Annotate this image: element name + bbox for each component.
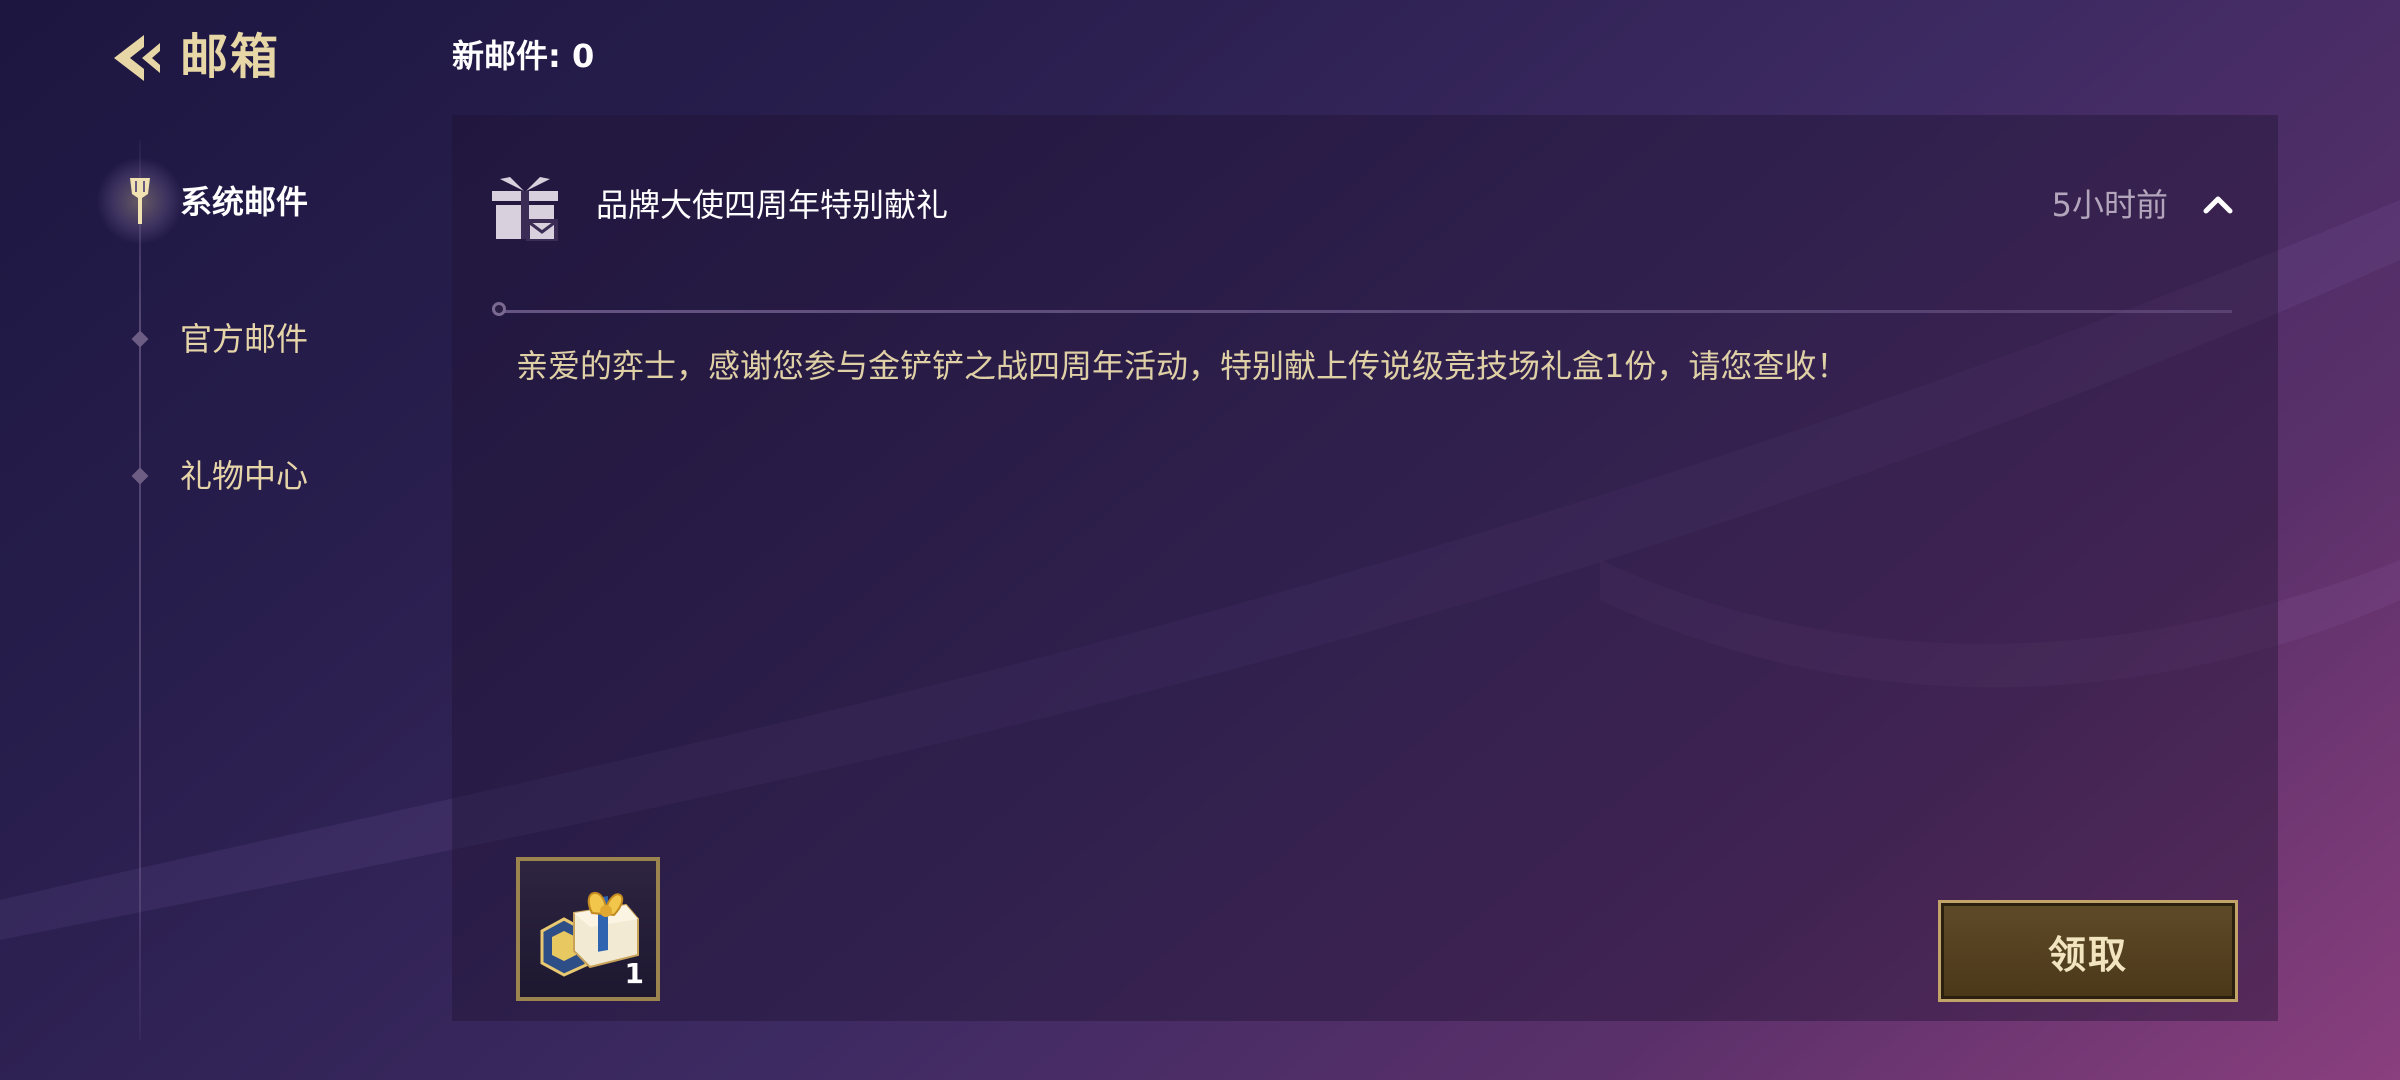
reward-item-slot[interactable]: 1 bbox=[516, 857, 660, 1001]
gift-mail-icon bbox=[492, 177, 558, 241]
mail-timestamp: 5小时前 bbox=[2051, 186, 2168, 224]
back-button[interactable] bbox=[108, 28, 166, 88]
sidebar-item-label: 官方邮件 bbox=[180, 320, 309, 358]
nav-dot bbox=[131, 467, 149, 485]
spatula-icon bbox=[130, 178, 150, 224]
page-title: 邮箱 bbox=[180, 29, 281, 85]
back-arrow-icon bbox=[114, 35, 160, 81]
sidebar-item-gift-center[interactable]: 礼物中心 bbox=[96, 431, 396, 521]
mail-subject: 品牌大使四周年特别献礼 bbox=[596, 186, 949, 224]
sidebar-item-system-mail[interactable]: 系统邮件 bbox=[96, 157, 396, 247]
sidebar-item-official-mail[interactable]: 官方邮件 bbox=[96, 294, 396, 384]
chevron-up-icon[interactable] bbox=[2200, 187, 2236, 223]
nav-dot bbox=[131, 330, 149, 348]
active-indicator bbox=[96, 157, 184, 245]
sidebar-rail bbox=[139, 140, 141, 1040]
divider bbox=[498, 310, 2232, 313]
sidebar-item-label: 系统邮件 bbox=[180, 183, 309, 221]
new-mail-count: 新邮件: 0 bbox=[452, 37, 595, 75]
sidebar-item-label: 礼物中心 bbox=[180, 457, 309, 495]
reward-count: 1 bbox=[624, 957, 644, 990]
mail-body-text: 亲爱的弈士，感谢您参与金铲铲之战四周年活动，特别献上传说级竞技场礼盒1份，请您查… bbox=[516, 347, 1849, 385]
claim-button[interactable]: 领取 bbox=[1938, 900, 2238, 1002]
claim-button-label: 领取 bbox=[2047, 932, 2128, 977]
mail-detail-panel: 品牌大使四周年特别献礼 5小时前 亲爱的弈士，感谢您参与金铲铲之战四周年活动，特… bbox=[452, 115, 2278, 1021]
divider-knob bbox=[492, 302, 506, 316]
